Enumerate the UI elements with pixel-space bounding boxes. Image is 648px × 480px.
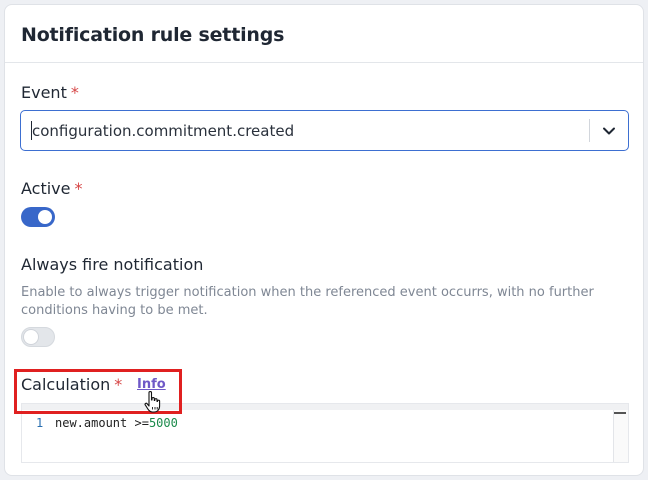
always-fire-label: Always fire notification [21,255,204,274]
scrollbar-cap [614,412,626,414]
chevron-down-icon[interactable] [601,123,617,139]
card-title: Notification rule settings [21,24,285,46]
required-marker: * [70,83,79,102]
required-marker: * [74,179,83,198]
line-number: 1 [36,416,44,430]
active-label-text: Active [21,179,71,198]
notification-rule-settings-card: Notification rule settings Event * config… [4,4,644,476]
editor-scrollbar[interactable] [613,410,628,462]
toggle-knob [24,330,38,344]
event-select[interactable]: configuration.commitment.created [20,110,629,151]
event-label: Event * [21,83,79,102]
active-toggle[interactable] [21,207,55,227]
active-label: Active * [21,179,83,198]
toggle-knob [38,210,52,224]
select-divider [589,119,590,142]
event-label-text: Event [21,83,67,102]
code-prefix: new.amount [55,416,135,430]
code-operator: >= [134,416,149,430]
always-fire-toggle[interactable] [21,327,55,347]
code-number: 5000 [148,416,178,430]
hand-pointer-icon [144,391,161,413]
always-fire-help-text: Enable to always trigger notification wh… [21,285,594,318]
event-select-value: configuration.commitment.created [32,122,295,140]
code-line[interactable]: new.amount >=5000 [55,416,178,430]
